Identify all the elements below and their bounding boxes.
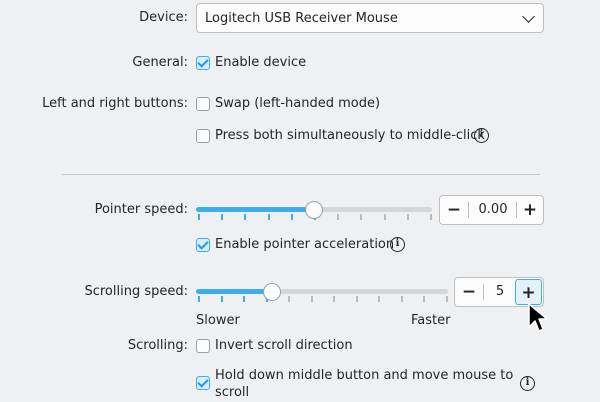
scrolling-speed-label: Scrolling speed:: [84, 284, 188, 299]
slider-tick: [446, 296, 448, 302]
info-icon[interactable]: i: [390, 237, 405, 252]
scrolling-speed-slider[interactable]: [196, 289, 448, 294]
device-select-value: Logitech USB Receiver Mouse: [205, 11, 398, 26]
slider-tick: [355, 296, 358, 302]
middle-button-scroll-label-line2[interactable]: scroll: [215, 384, 249, 402]
slider-tick: [378, 296, 381, 302]
middle-click-label[interactable]: Press both simultaneously to middle-clic…: [215, 127, 485, 145]
minus-icon[interactable]: −: [441, 196, 467, 224]
middle-button-scroll-checkbox[interactable]: [196, 376, 210, 390]
scrolling-speed-value[interactable]: 5: [485, 283, 515, 301]
info-icon[interactable]: i: [474, 128, 489, 143]
pointer-speed-slider-fill: [196, 207, 314, 212]
slider-tick: [406, 214, 409, 220]
pointer-speed-slider-handle[interactable]: [305, 201, 323, 219]
faster-label: Faster: [411, 313, 451, 328]
slider-tick: [430, 214, 432, 220]
left-right-buttons-label: Left and right buttons:: [42, 96, 188, 111]
scrolling-label: Scrolling:: [127, 338, 188, 353]
scrolling-speed-slider-handle[interactable]: [262, 283, 281, 301]
slider-tick: [198, 296, 200, 302]
slower-label: Slower: [196, 313, 240, 328]
mouse-cursor-icon: [528, 303, 548, 332]
slider-tick: [337, 214, 340, 220]
device-select[interactable]: Logitech USB Receiver Mouse: [196, 3, 544, 33]
scrolling-speed-slider-fill: [196, 289, 272, 294]
general-label: General:: [132, 55, 188, 70]
slider-tick: [288, 296, 291, 302]
pointer-speed-spinbox[interactable]: − 0.00 +: [439, 195, 544, 225]
swap-checkbox[interactable]: [196, 97, 210, 111]
slider-tick: [333, 296, 336, 302]
pointer-speed-value[interactable]: 0.00: [470, 201, 516, 219]
pointer-acceleration-label[interactable]: Enable pointer acceleration: [215, 236, 394, 254]
swap-label[interactable]: Swap (left-handed mode): [215, 95, 380, 113]
invert-scroll-label[interactable]: Invert scroll direction: [215, 337, 353, 355]
slider-tick: [220, 296, 223, 302]
slider-tick: [243, 296, 246, 302]
slider-tick: [244, 214, 247, 220]
enable-device-checkbox[interactable]: [196, 56, 210, 70]
pointer-acceleration-checkbox[interactable]: [196, 238, 210, 252]
plus-icon[interactable]: +: [515, 279, 542, 305]
minus-icon[interactable]: −: [456, 278, 482, 306]
plus-icon[interactable]: +: [517, 196, 543, 224]
chevron-down-icon: [522, 10, 535, 23]
slider-tick: [360, 214, 363, 220]
slider-tick: [383, 214, 386, 220]
slider-tick: [267, 214, 270, 220]
middle-click-checkbox[interactable]: [196, 129, 210, 143]
slider-tick: [221, 214, 224, 220]
section-divider: [62, 174, 540, 175]
slider-tick: [198, 214, 200, 220]
slider-tick: [290, 214, 293, 220]
invert-scroll-checkbox[interactable]: [196, 339, 210, 353]
spinbox-separator: [483, 284, 484, 300]
spinbox-separator: [468, 202, 469, 218]
middle-button-scroll-label-line1[interactable]: Hold down middle button and move mouse t…: [215, 367, 513, 385]
slider-tick: [400, 296, 403, 302]
enable-device-label[interactable]: Enable device: [215, 54, 306, 72]
slider-tick: [423, 296, 426, 302]
pointer-speed-label: Pointer speed:: [94, 202, 188, 217]
device-label: Device:: [139, 10, 188, 25]
info-icon[interactable]: i: [520, 376, 535, 391]
slider-tick: [310, 296, 313, 302]
